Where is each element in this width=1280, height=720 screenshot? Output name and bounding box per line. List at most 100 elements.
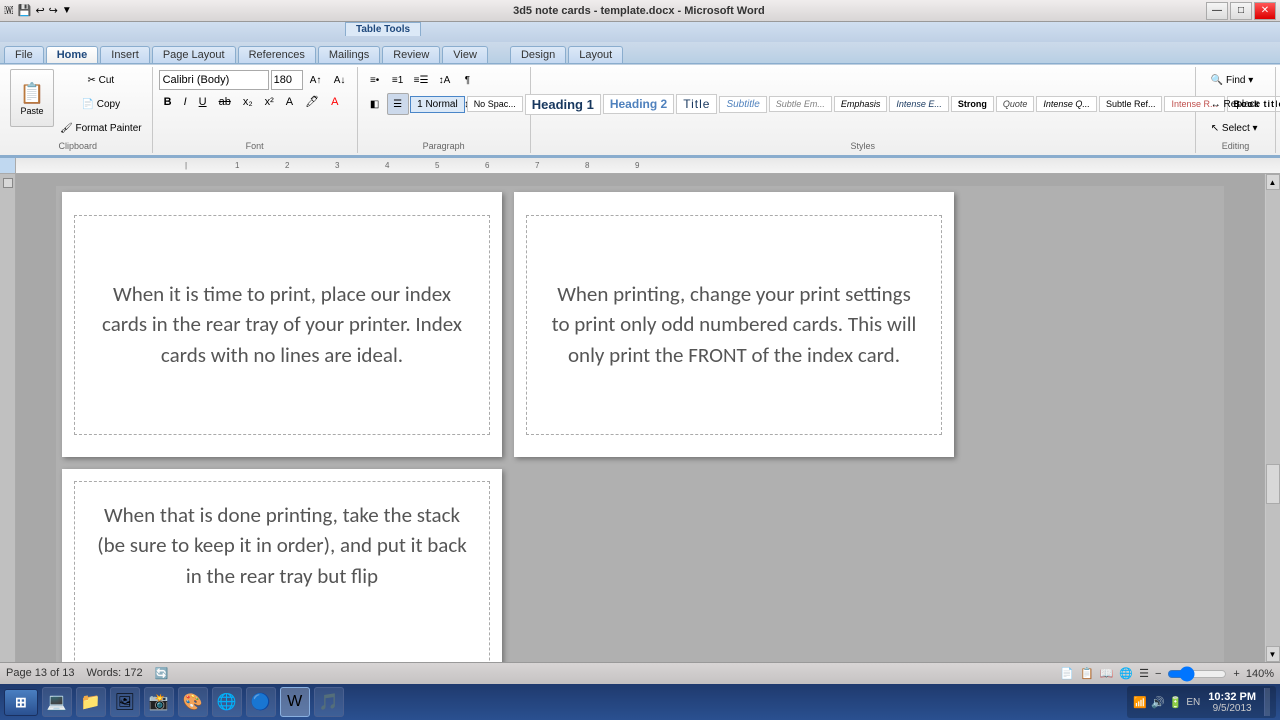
window-controls[interactable]: — □ ✕ bbox=[1206, 2, 1276, 20]
style-quote[interactable]: Quote bbox=[996, 96, 1035, 112]
tab-page-layout[interactable]: Page Layout bbox=[152, 46, 236, 63]
editing-label: Editing bbox=[1222, 139, 1250, 151]
style-emphasis[interactable]: Emphasis bbox=[834, 96, 888, 112]
card-2[interactable]: When printing, change your print setting… bbox=[514, 192, 954, 457]
quick-undo-btn[interactable]: ↩ bbox=[35, 4, 44, 17]
taskbar-explorer[interactable]: 💻 bbox=[42, 687, 72, 717]
language-indicator[interactable]: 🔄 bbox=[155, 667, 169, 680]
italic-btn[interactable]: I bbox=[179, 94, 192, 110]
word-icon: 🇼 bbox=[4, 4, 14, 17]
style-title[interactable]: Title bbox=[676, 94, 717, 114]
taskbar-word[interactable]: W bbox=[280, 687, 310, 717]
tab-file[interactable]: File bbox=[4, 46, 44, 63]
taskbar-chrome[interactable]: 🔵 bbox=[246, 687, 276, 717]
show-desktop-btn[interactable] bbox=[1264, 688, 1270, 716]
format-painter-btn[interactable]: 🖌 Format Painter bbox=[56, 117, 146, 139]
tab-mailings[interactable]: Mailings bbox=[318, 46, 380, 63]
numbering-btn[interactable]: ≡1 bbox=[387, 69, 409, 91]
style-subtitle[interactable]: Subtitle bbox=[719, 96, 766, 113]
view-fullscreen-btn[interactable]: 📋 bbox=[1080, 667, 1094, 680]
select-btn[interactable]: ↖ Select ▾ bbox=[1207, 117, 1262, 139]
right-scrollbar[interactable]: ▲ ▼ bbox=[1264, 174, 1280, 662]
align-left-btn[interactable]: ◧ bbox=[364, 93, 386, 115]
underline-btn[interactable]: U bbox=[194, 94, 212, 110]
view-read-btn[interactable]: 📖 bbox=[1100, 667, 1114, 680]
align-center-btn[interactable]: ☰ bbox=[387, 93, 409, 115]
tray-volume-icon[interactable]: 🔊 bbox=[1151, 696, 1165, 709]
zoom-level: 140% bbox=[1246, 668, 1274, 680]
card-row-2: When that is done printing, take the sta… bbox=[56, 463, 1224, 662]
card-2-inner: When printing, change your print setting… bbox=[526, 215, 942, 435]
status-right: 📄 📋 📖 🌐 ☰ − + 140% bbox=[1060, 667, 1274, 680]
highlight-btn[interactable]: 🖊 bbox=[300, 93, 324, 110]
style-intense-q[interactable]: Intense Q... bbox=[1036, 96, 1097, 112]
card-3[interactable]: When that is done printing, take the sta… bbox=[62, 469, 502, 662]
tab-view[interactable]: View bbox=[442, 46, 488, 63]
style-subtle-em[interactable]: Subtle Em... bbox=[769, 96, 832, 112]
tab-insert[interactable]: Insert bbox=[100, 46, 150, 63]
paste-btn[interactable]: 📋 Paste bbox=[10, 69, 54, 127]
card-1-text: When it is time to print, place our inde… bbox=[95, 279, 469, 370]
taskbar-lightroom[interactable]: 🖼 bbox=[110, 687, 140, 717]
quick-save-btn[interactable]: 💾 bbox=[18, 4, 32, 17]
taskbar-firefox[interactable]: 🌐 bbox=[212, 687, 242, 717]
subscript-btn[interactable]: x₂ bbox=[238, 94, 258, 110]
bold-btn[interactable]: B bbox=[159, 94, 177, 110]
taskbar-vlc[interactable]: 🎵 bbox=[314, 687, 344, 717]
tab-design[interactable]: Design bbox=[510, 46, 566, 63]
ruler: | 1 2 3 4 5 6 7 8 9 bbox=[0, 158, 1280, 174]
style-heading1[interactable]: Heading 1 bbox=[525, 94, 601, 115]
tab-layout[interactable]: Layout bbox=[568, 46, 623, 63]
quick-redo-btn[interactable]: ↪ bbox=[49, 4, 58, 17]
font-size-input[interactable] bbox=[271, 70, 303, 90]
replace-btn[interactable]: ↔ Replace bbox=[1207, 93, 1264, 115]
zoom-out-btn[interactable]: − bbox=[1155, 668, 1161, 680]
close-btn[interactable]: ✕ bbox=[1254, 2, 1276, 20]
style-intense-e[interactable]: Intense E... bbox=[889, 96, 949, 112]
quick-access-arrow[interactable]: ▼ bbox=[62, 5, 72, 16]
style-heading2[interactable]: Heading 2 bbox=[603, 94, 674, 114]
view-web-btn[interactable]: 🌐 bbox=[1119, 667, 1133, 680]
style-strong[interactable]: Strong bbox=[951, 96, 994, 112]
styles-label: Styles bbox=[851, 139, 876, 151]
taskbar-paint[interactable]: 🎨 bbox=[178, 687, 208, 717]
card-1[interactable]: When it is time to print, place our inde… bbox=[62, 192, 502, 457]
text-effects-btn[interactable]: A bbox=[281, 94, 298, 110]
strikethrough-btn[interactable]: ab bbox=[214, 94, 236, 110]
card-1-inner: When it is time to print, place our inde… bbox=[74, 215, 490, 435]
superscript-btn[interactable]: x² bbox=[260, 94, 279, 110]
copy-btn[interactable]: 📄 Copy bbox=[56, 93, 146, 115]
font-color-btn[interactable]: A bbox=[326, 94, 343, 110]
maximize-btn[interactable]: □ bbox=[1230, 2, 1252, 20]
margin-handle[interactable] bbox=[3, 178, 13, 188]
font-name-input[interactable] bbox=[159, 70, 269, 90]
scroll-down-btn[interactable]: ▼ bbox=[1266, 646, 1280, 662]
tray-language: EN bbox=[1186, 697, 1200, 708]
start-button[interactable]: ⊞ bbox=[4, 689, 38, 716]
scroll-up-btn[interactable]: ▲ bbox=[1266, 174, 1280, 190]
doc-scroll-area[interactable]: When it is time to print, place our inde… bbox=[16, 174, 1264, 662]
scroll-thumb[interactable] bbox=[1266, 464, 1280, 504]
minimize-btn[interactable]: — bbox=[1206, 2, 1228, 20]
zoom-slider[interactable] bbox=[1167, 668, 1227, 680]
tab-references[interactable]: References bbox=[238, 46, 316, 63]
view-print-btn[interactable]: 📄 bbox=[1060, 667, 1074, 680]
shrink-font-btn[interactable]: A↓ bbox=[329, 69, 351, 91]
taskbar-folder[interactable]: 📁 bbox=[76, 687, 106, 717]
cut-btn[interactable]: ✂ Cut bbox=[56, 69, 146, 91]
zoom-in-btn[interactable]: + bbox=[1233, 668, 1239, 680]
tab-home[interactable]: Home bbox=[46, 46, 99, 63]
taskbar-photoshop[interactable]: 📸 bbox=[144, 687, 174, 717]
tab-review[interactable]: Review bbox=[382, 46, 440, 63]
system-tray: 📶 🔊 🔋 EN 10:32 PM 9/5/2013 bbox=[1127, 686, 1276, 718]
grow-font-btn[interactable]: A↑ bbox=[305, 69, 327, 91]
scroll-track[interactable] bbox=[1266, 190, 1280, 646]
style-subtle-ref[interactable]: Subtle Ref... bbox=[1099, 96, 1163, 112]
bullets-btn[interactable]: ≡• bbox=[364, 69, 386, 91]
style-normal[interactable]: 1 Normal bbox=[410, 96, 465, 113]
view-outline-btn[interactable]: ☰ bbox=[1139, 667, 1149, 680]
ribbon-content: 📋 Paste ✂ Cut 📄 Copy 🖌 Format Painter Cl… bbox=[0, 64, 1280, 157]
card-3-text: When that is done printing, take the sta… bbox=[93, 500, 471, 591]
find-btn[interactable]: 🔍 Find ▾ bbox=[1207, 69, 1257, 91]
style-no-spacing[interactable]: No Spac... bbox=[467, 96, 523, 112]
